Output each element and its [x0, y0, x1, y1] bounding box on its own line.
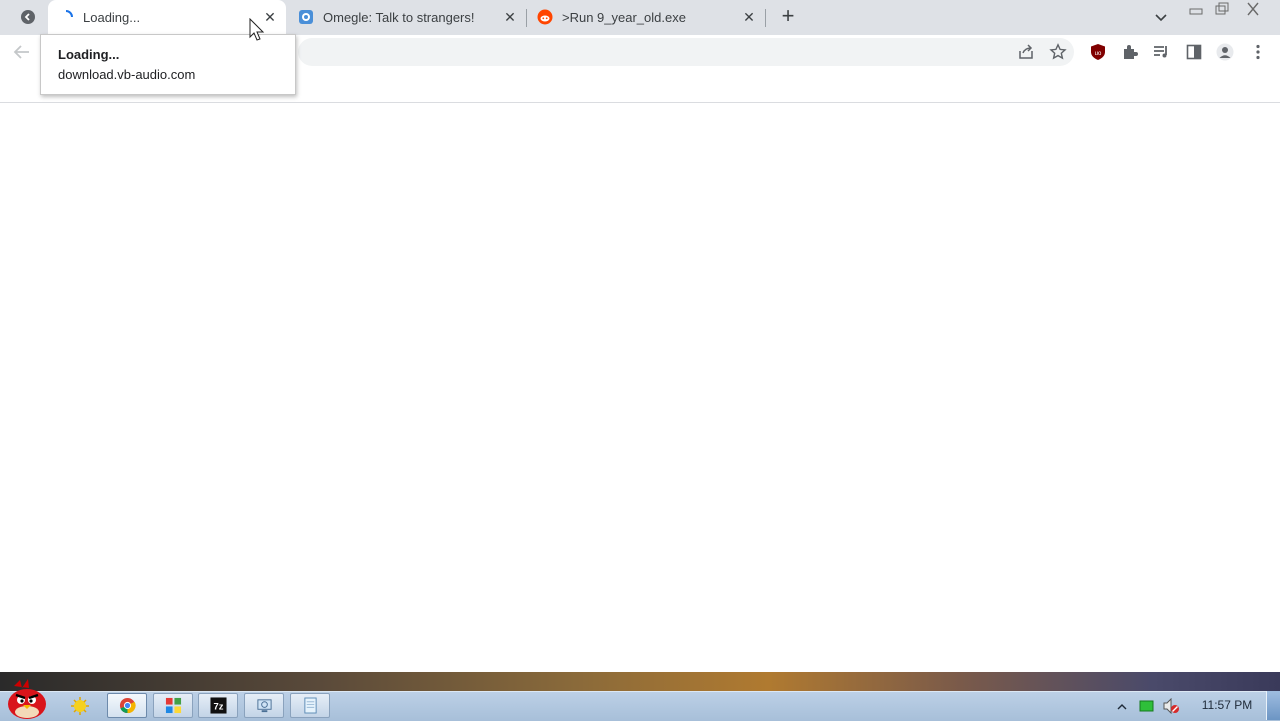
bookmark-star-icon[interactable]: [1049, 43, 1067, 61]
minimize-icon[interactable]: [1186, 2, 1206, 16]
ublock-origin-icon[interactable]: uo: [1089, 43, 1107, 61]
taskbar-notepad-button[interactable]: [290, 693, 330, 718]
hover-card-title: Loading...: [58, 47, 120, 62]
omegle-favicon-icon: [298, 9, 314, 25]
tab-title: Omegle: Talk to strangers!: [323, 10, 475, 25]
network-tool-icon: [257, 699, 272, 713]
taskbar-paint-button[interactable]: [153, 693, 193, 718]
angry-birds-start-icon[interactable]: [4, 678, 50, 720]
network-tray-icon[interactable]: [1139, 699, 1155, 713]
taskbar-network-button[interactable]: [244, 693, 284, 718]
tab-omegle[interactable]: Omegle: Talk to strangers! ✕: [288, 0, 526, 35]
file-explorer-icon[interactable]: [70, 696, 90, 716]
tab-separator: [765, 9, 766, 27]
tray-overflow-chevron-icon[interactable]: [1116, 700, 1128, 712]
address-bar[interactable]: [298, 38, 1074, 66]
tab-reddit[interactable]: >Run 9_year_old.exe ✕: [527, 0, 765, 35]
hover-card-url: download.vb-audio.com: [58, 67, 196, 82]
notepad-icon: [304, 697, 317, 714]
tab-close-icon[interactable]: ✕: [741, 9, 757, 25]
7zip-icon: 7z: [210, 697, 227, 714]
loading-spinner-icon: [58, 9, 74, 25]
taskbar-clock[interactable]: 11:57 PM: [1192, 698, 1262, 712]
profile-avatar-icon[interactable]: [1216, 43, 1234, 61]
svg-text:7z: 7z: [214, 701, 224, 712]
extensions-puzzle-icon[interactable]: [1121, 43, 1139, 61]
media-controls-icon[interactable]: [1152, 43, 1170, 61]
svg-text:uo: uo: [1095, 51, 1102, 57]
new-tab-button[interactable]: +: [778, 5, 798, 27]
share-icon[interactable]: [1017, 43, 1035, 61]
desktop-wallpaper: [0, 672, 1280, 692]
mouse-cursor-icon: [249, 17, 265, 44]
show-desktop-button[interactable]: [1266, 691, 1280, 720]
tab-close-icon[interactable]: ✕: [502, 9, 518, 25]
tab-search-icon[interactable]: [20, 9, 36, 25]
chrome-icon: [119, 697, 136, 714]
volume-muted-icon[interactable]: [1162, 697, 1180, 715]
paint-icon: [165, 697, 182, 714]
taskbar-chrome-button[interactable]: [107, 693, 147, 718]
tab-title: Loading...: [83, 10, 141, 25]
side-panel-icon[interactable]: [1185, 43, 1203, 61]
chevron-down-icon[interactable]: [1153, 10, 1169, 26]
close-window-icon[interactable]: [1243, 2, 1263, 16]
tab-title: >Run 9_year_old.exe: [562, 10, 686, 25]
reddit-favicon-icon: [537, 9, 553, 25]
back-icon[interactable]: [12, 43, 32, 61]
menu-kebab-icon[interactable]: [1249, 43, 1267, 61]
restore-icon[interactable]: [1211, 2, 1231, 16]
taskbar-7zip-button[interactable]: 7z: [198, 693, 238, 718]
